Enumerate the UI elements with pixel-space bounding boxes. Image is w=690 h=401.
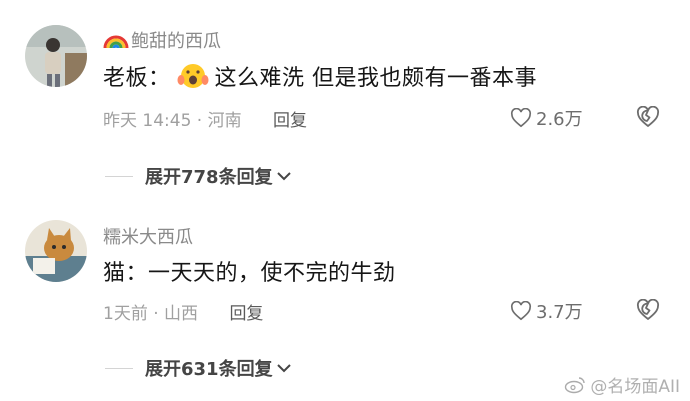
reply-button[interactable]: 回复 [273,111,307,131]
weibo-logo-icon [565,376,586,393]
chevron-down-icon [276,364,291,373]
avatar[interactable] [25,25,87,87]
like-count: 3.7万 [536,302,583,323]
comment-item: 糯米大西瓜 猫：一天天的，使不完的牛劲 1天前 · 山西 回复 3.7万 [0,202,690,352]
avatar[interactable] [25,220,87,282]
expand-replies-button[interactable]: 展开778条回复 [105,163,365,189]
timestamp-location: 1天前 · 山西 [103,304,199,324]
username[interactable]: 鲍甜的西瓜 [103,27,221,53]
comment-text: 猫：一天天的，使不完的牛劲 [103,261,396,286]
like-count: 2.6万 [536,109,583,130]
username[interactable]: 糯米大西瓜 [103,223,193,249]
expand-replies-label: 展开631条回复 [145,359,273,380]
comment-item: 鲍甜的西瓜 老板： 这么难洗 但是我也颇有一番本事 昨天 14:45 · 河南 … [0,0,690,150]
comment-text: 老板： 这么难洗 但是我也颇有一番本事 [103,60,537,92]
chevron-down-icon [276,172,291,181]
comment-text-prefix: 老板： [103,66,171,91]
like-button[interactable]: 3.7万 [510,298,583,324]
broken-heart-icon [636,298,660,320]
rainbow-icon [103,30,129,50]
comment-text-body: 这么难洗 但是我也颇有一番本事 [214,66,538,91]
username-text: 鲍甜的西瓜 [131,31,221,52]
watermark-text: @名场面AII [590,377,680,397]
heart-outline-icon [510,108,532,128]
expand-replies-label: 展开778条回复 [145,167,273,188]
heart-outline-icon [510,301,532,321]
broken-heart-icon [636,105,660,127]
shocked-face-emoji [175,61,211,91]
comment-meta: 1天前 · 山西 回复 [103,299,263,324]
divider-line [105,367,133,369]
timestamp-location: 昨天 14:45 · 河南 [103,111,242,131]
watermark: @名场面AII [564,372,680,397]
divider-line [105,175,133,177]
like-button[interactable]: 2.6万 [510,105,583,131]
comment-meta: 昨天 14:45 · 河南 回复 [103,106,307,131]
expand-replies-button[interactable]: 展开631条回复 [105,355,365,381]
dislike-button[interactable] [636,298,660,325]
reply-button[interactable]: 回复 [229,304,263,324]
dislike-button[interactable] [636,105,660,132]
